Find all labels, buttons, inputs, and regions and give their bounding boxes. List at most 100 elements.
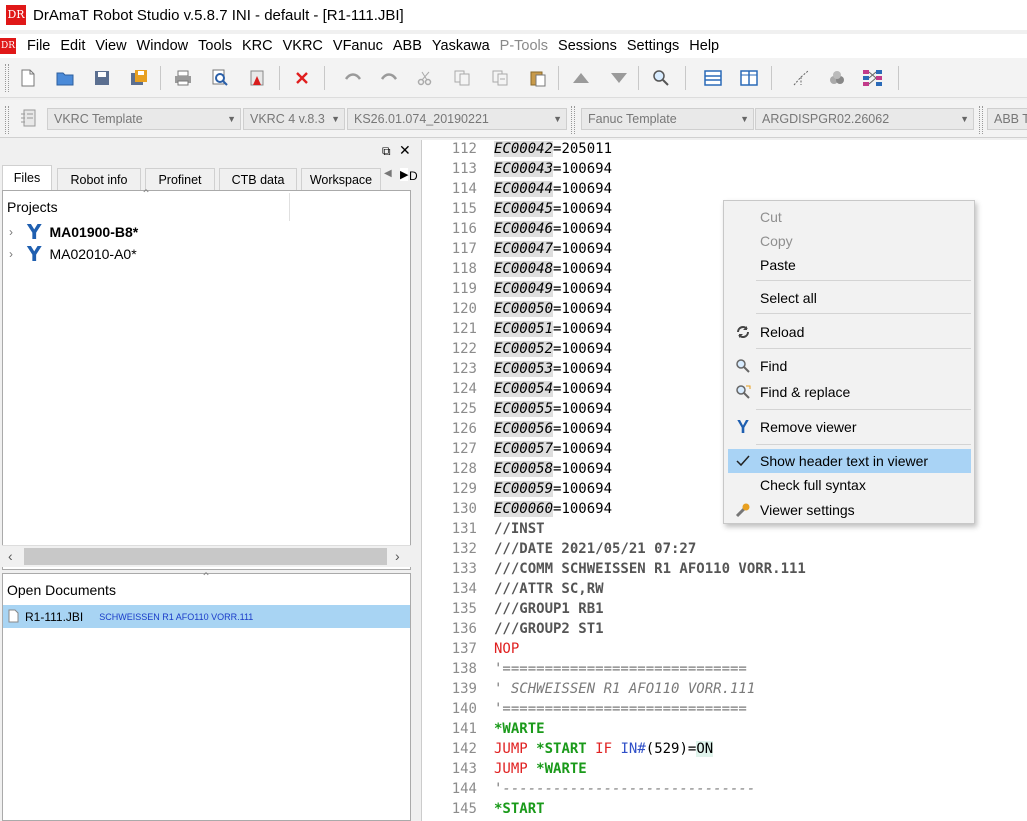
variable-value: =100694 bbox=[553, 401, 613, 417]
code-line: '============================= bbox=[494, 701, 747, 717]
line-number: 114 bbox=[451, 181, 477, 197]
code-line: ///GROUP1 RB1 bbox=[494, 601, 604, 617]
yaskawa-y-icon: Y bbox=[736, 417, 749, 437]
open-document-row[interactable]: R1-111.JBI SCHWEISSEN R1 AFO110 VORR.111 bbox=[3, 605, 410, 628]
fanuc-template-select[interactable]: Fanuc Template ▼ bbox=[581, 108, 754, 130]
keyword-jump: JUMP bbox=[494, 761, 528, 777]
menu-item-viewer-settings[interactable]: Viewer settings bbox=[728, 498, 971, 522]
menu-file[interactable]: File bbox=[22, 34, 55, 58]
menu-view[interactable]: View bbox=[90, 34, 131, 58]
scrollbar-thumb[interactable] bbox=[24, 548, 387, 565]
tab-ctb-data[interactable]: CTB data bbox=[219, 168, 297, 190]
menu-item-paste[interactable]: Paste bbox=[728, 253, 971, 277]
print-icon[interactable] bbox=[172, 67, 194, 89]
tab-files[interactable]: Files bbox=[2, 165, 52, 190]
keyword-if: IF bbox=[595, 741, 613, 757]
expand-chevron-icon[interactable]: › bbox=[9, 225, 19, 239]
tab-scroll-left-icon[interactable]: ◀ bbox=[384, 168, 392, 179]
vkrc-version-select[interactable]: VKRC 4 v.8.3 ▼ bbox=[243, 108, 345, 130]
line-number: 131 bbox=[451, 521, 477, 537]
menu-yaskawa[interactable]: Yaskawa bbox=[427, 34, 495, 58]
fanuc-version-select[interactable]: ARGDISPGR02.26062 ▼ bbox=[755, 108, 974, 130]
toolbar-grip[interactable] bbox=[571, 106, 575, 134]
menu-vfanuc[interactable]: VFanuc bbox=[328, 34, 388, 58]
line-number: 112 bbox=[451, 141, 477, 157]
menu-tools[interactable]: Tools bbox=[193, 34, 237, 58]
code-line: EC00057=100694 bbox=[494, 441, 612, 457]
menu-item-check-syntax[interactable]: Check full syntax bbox=[728, 473, 971, 497]
menu-item-reload[interactable]: Reload bbox=[728, 320, 971, 344]
tab-profinet[interactable]: Profinet bbox=[145, 168, 215, 190]
toolbar-grip[interactable] bbox=[5, 64, 9, 92]
scroll-left-icon[interactable]: ‹ bbox=[8, 548, 13, 564]
menu-item-remove-viewer[interactable]: Y Remove viewer bbox=[728, 415, 971, 439]
scroll-right-icon[interactable]: › bbox=[395, 548, 400, 564]
menu-app-icon[interactable]: DR bbox=[0, 38, 16, 54]
move-up-icon[interactable] bbox=[570, 67, 592, 89]
variable-name: EC00053 bbox=[494, 361, 554, 377]
variable-name: EC00044 bbox=[494, 181, 554, 197]
expand-chevron-icon[interactable]: › bbox=[9, 247, 19, 261]
line-number: 144 bbox=[451, 781, 477, 797]
code-line: ///ATTR SC,RW bbox=[494, 581, 604, 597]
project-name: MA02010-A0* bbox=[49, 246, 137, 262]
controller-icon[interactable] bbox=[18, 107, 40, 129]
close-icon[interactable] bbox=[291, 67, 313, 89]
menu-window[interactable]: Window bbox=[132, 34, 194, 58]
robot-group-icon[interactable] bbox=[826, 67, 848, 89]
toolbar-grip[interactable] bbox=[5, 106, 9, 134]
menu-separator bbox=[756, 280, 971, 281]
tree-view-icon[interactable] bbox=[790, 67, 812, 89]
menu-edit[interactable]: Edit bbox=[55, 34, 90, 58]
float-panel-icon[interactable]: ⧉ bbox=[382, 144, 391, 159]
new-file-icon[interactable] bbox=[17, 67, 39, 89]
project-item[interactable]: › Y MA01900-B8* bbox=[9, 220, 138, 244]
redo-icon[interactable] bbox=[378, 67, 400, 89]
export-pdf-icon[interactable] bbox=[246, 67, 268, 89]
menu-help[interactable]: Help bbox=[684, 34, 724, 58]
tab-scroll-right-icon[interactable]: ▶ bbox=[400, 168, 409, 181]
toolbar-separator bbox=[685, 66, 686, 90]
menu-item-find-replace[interactable]: Find & replace bbox=[728, 380, 971, 404]
tab-partial-d[interactable]: D bbox=[409, 169, 418, 183]
move-down-icon[interactable] bbox=[608, 67, 630, 89]
menu-item-find[interactable]: Find bbox=[728, 354, 971, 378]
yaskawa-y-icon: Y bbox=[27, 242, 42, 266]
toolbar-separator bbox=[638, 66, 639, 90]
close-panel-icon[interactable]: ✕ bbox=[399, 142, 411, 159]
menu-item-show-header[interactable]: Show header text in viewer bbox=[728, 449, 971, 473]
collapse-caret-icon[interactable]: ⌃ bbox=[141, 187, 151, 201]
cut-icon[interactable] bbox=[414, 67, 436, 89]
open-folder-icon[interactable] bbox=[54, 67, 76, 89]
copy-append-icon[interactable] bbox=[489, 67, 511, 89]
collapse-caret-icon[interactable]: ⌃ bbox=[201, 570, 211, 584]
ks-version-select[interactable]: KS26.01.074_20190221 ▼ bbox=[347, 108, 567, 130]
menu-krc[interactable]: KRC bbox=[237, 34, 278, 58]
print-preview-icon[interactable] bbox=[209, 67, 231, 89]
project-item[interactable]: › Y MA02010-A0* bbox=[9, 242, 137, 266]
menu-vkrc[interactable]: VKRC bbox=[278, 34, 328, 58]
split-vertical-icon[interactable] bbox=[738, 67, 760, 89]
open-documents-list: ⌃ Open Documents R1-111.JBI SCHWEISSEN R… bbox=[2, 570, 411, 821]
split-horizontal-icon[interactable] bbox=[702, 67, 724, 89]
save-icon[interactable] bbox=[91, 67, 113, 89]
toolbar-grip[interactable] bbox=[979, 106, 983, 134]
paste-icon[interactable] bbox=[527, 67, 549, 89]
horizontal-scrollbar[interactable]: ‹ › bbox=[2, 545, 411, 567]
line-number: 134 bbox=[451, 581, 477, 597]
dropdown-arrow-icon: ▼ bbox=[331, 114, 340, 124]
copy-icon[interactable] bbox=[451, 67, 473, 89]
abb-template-select[interactable]: ABB Te bbox=[987, 108, 1027, 130]
menu-abb[interactable]: ABB bbox=[388, 34, 427, 58]
find-icon[interactable] bbox=[650, 67, 672, 89]
save-all-icon[interactable] bbox=[128, 67, 150, 89]
context-menu: Cut Copy Paste Select all Reload Find Fi… bbox=[723, 200, 975, 524]
tab-robot-info[interactable]: Robot info bbox=[57, 168, 141, 190]
tab-workspace[interactable]: Workspace bbox=[301, 168, 381, 190]
menu-sessions[interactable]: Sessions bbox=[553, 34, 622, 58]
vkrc-template-select[interactable]: VKRC Template ▼ bbox=[47, 108, 241, 130]
menu-item-select-all[interactable]: Select all bbox=[728, 286, 971, 310]
menu-settings[interactable]: Settings bbox=[622, 34, 684, 58]
structure-diagram-icon[interactable] bbox=[862, 67, 884, 89]
undo-icon[interactable] bbox=[342, 67, 364, 89]
